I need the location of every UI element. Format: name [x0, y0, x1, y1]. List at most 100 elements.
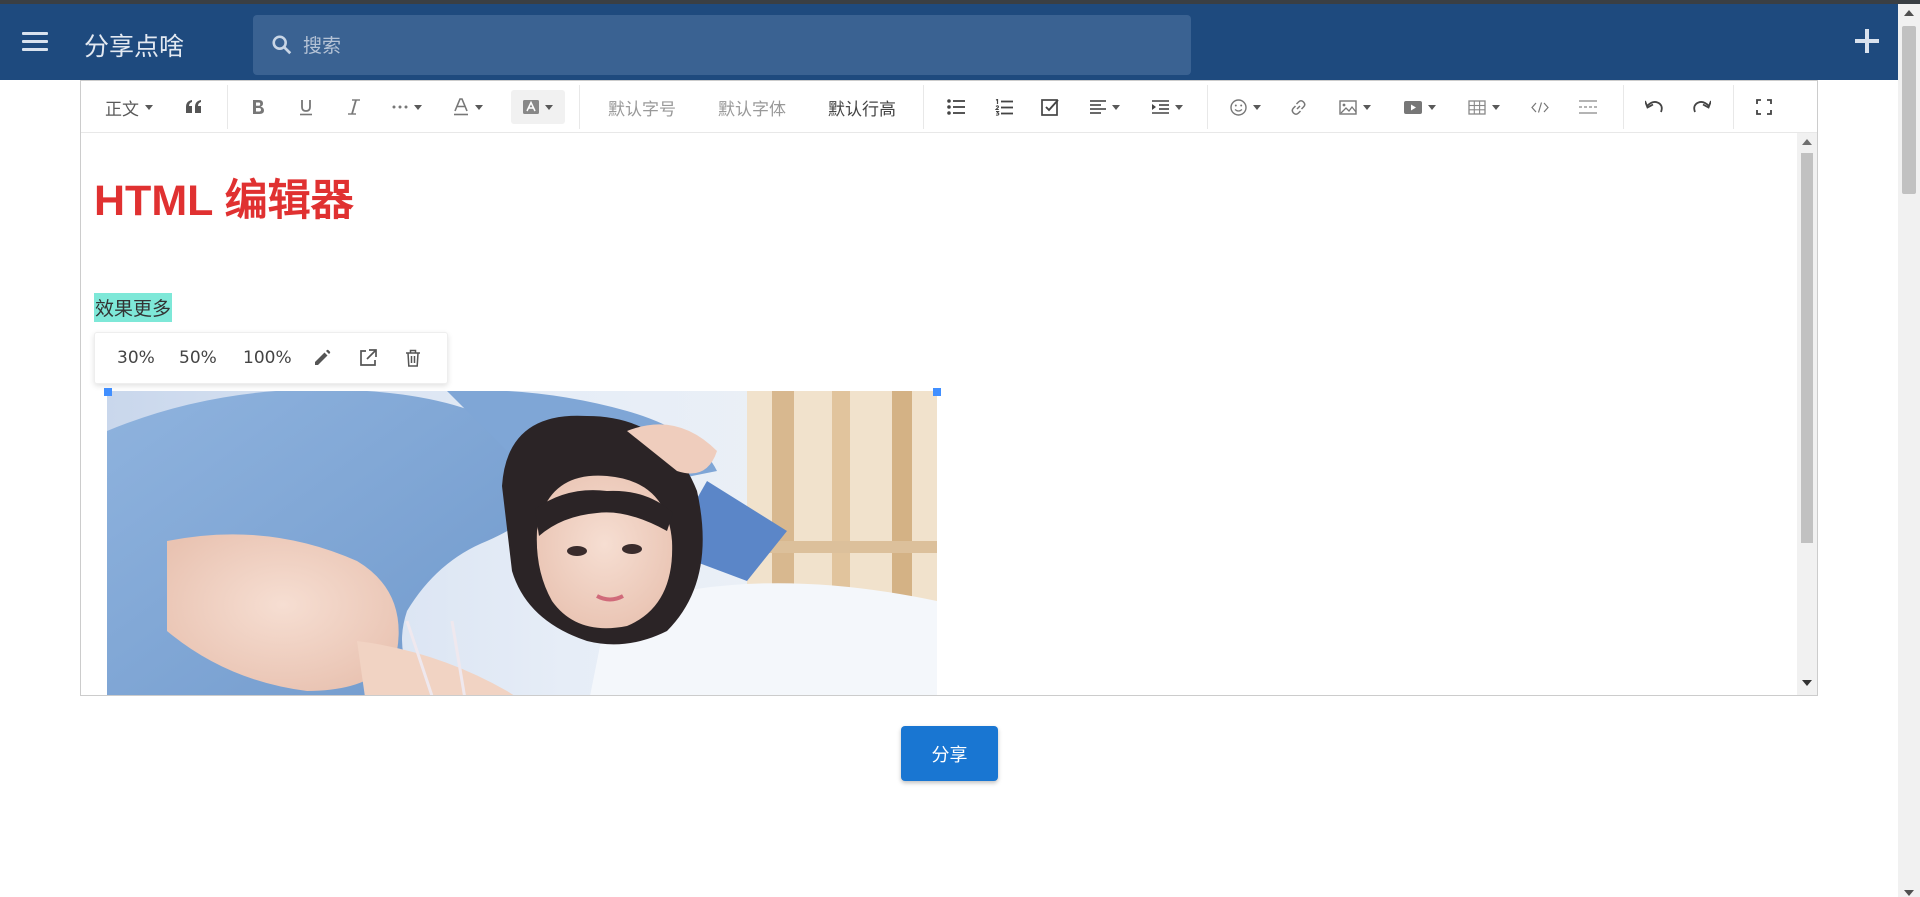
app-bar: 分享点啥 — [0, 4, 1898, 80]
chevron-down-icon — [1174, 104, 1183, 110]
chevron-down-icon — [1363, 104, 1371, 110]
code-block-icon — [1531, 101, 1549, 113]
editor-content[interactable]: HTML 编辑器 效果更多 30% 50% 100% — [81, 133, 1797, 695]
bulleted-list-button[interactable] — [939, 90, 973, 124]
undo-icon — [1645, 100, 1663, 113]
editor-scroll-thumb[interactable] — [1801, 153, 1813, 543]
chevron-down-icon — [1252, 104, 1261, 110]
plus-icon[interactable] — [1852, 26, 1882, 56]
font-size-label: 默认字号 — [608, 99, 676, 120]
emotion-icon — [1229, 98, 1247, 116]
scroll-down-arrow-icon[interactable] — [1802, 680, 1812, 686]
search-input[interactable] — [301, 15, 1165, 77]
scroll-down-arrow-icon[interactable] — [1904, 890, 1914, 896]
table-icon — [1468, 99, 1486, 115]
highlighted-text: 效果更多 — [94, 293, 173, 322]
image-edit-button[interactable] — [313, 333, 331, 383]
image-delete-button[interactable] — [405, 333, 421, 383]
font-size-select[interactable]: 默认字号 — [593, 90, 691, 124]
chevron-down-icon — [414, 104, 422, 110]
underline-icon — [300, 99, 312, 115]
emotion-button[interactable] — [1221, 90, 1269, 124]
search-icon — [272, 35, 292, 55]
underline-button[interactable] — [289, 90, 323, 124]
justify-icon — [1090, 100, 1106, 114]
content-photo[interactable] — [107, 391, 937, 695]
video-icon — [1404, 100, 1422, 114]
image-size-50-button[interactable]: 50% — [179, 333, 217, 383]
chevron-down-icon — [475, 104, 483, 110]
font-color-icon — [454, 98, 468, 116]
line-height-label: 默认行高 — [828, 99, 896, 120]
toolbar-divider — [1207, 85, 1208, 129]
toolbar-divider — [1623, 85, 1624, 129]
app-title: 分享点啥 — [84, 32, 185, 61]
image-open-link-button[interactable] — [359, 333, 377, 383]
bulleted-list-icon — [947, 99, 965, 115]
quote-button[interactable] — [177, 90, 211, 124]
editor-scrollbar[interactable] — [1797, 133, 1817, 695]
rich-text-editor: 正文 默认字号 默认字体 默认行高 HTML 编辑器 效果更多 30% 50% … — [80, 80, 1818, 696]
menu-icon[interactable] — [18, 29, 52, 57]
chevron-down-icon — [1112, 104, 1120, 110]
chevron-down-icon — [145, 104, 153, 110]
font-color-button[interactable] — [443, 90, 493, 124]
image-size-100-button[interactable]: 100% — [243, 333, 292, 383]
resize-handle-top-left[interactable] — [104, 388, 112, 396]
video-button[interactable] — [1393, 90, 1447, 124]
todo-icon — [1041, 99, 1059, 116]
divider-icon — [1579, 100, 1597, 114]
content-heading: HTML 编辑器 — [94, 177, 354, 225]
undo-button[interactable] — [1637, 90, 1671, 124]
resize-handle-top-right[interactable] — [933, 388, 941, 396]
page-scroll-thumb[interactable] — [1902, 26, 1916, 194]
share-button[interactable]: 分享 — [901, 726, 998, 781]
toolbar-divider — [1733, 85, 1734, 129]
more-icon — [392, 105, 408, 109]
toolbar-divider — [579, 85, 580, 129]
delete-icon — [406, 349, 420, 367]
chevron-down-icon — [1428, 104, 1436, 110]
fullscreen-button[interactable] — [1747, 90, 1781, 124]
link-button[interactable] — [1281, 90, 1315, 124]
background-color-button[interactable] — [511, 90, 565, 124]
image-icon — [1339, 99, 1357, 115]
fullscreen-icon — [1756, 99, 1772, 115]
toolbar-divider — [227, 85, 228, 129]
edit-icon — [315, 349, 331, 365]
image-hover-toolbar: 30% 50% 100% — [94, 332, 448, 384]
todo-button[interactable] — [1033, 90, 1067, 124]
more-style-button[interactable] — [383, 90, 431, 124]
chevron-down-icon — [1492, 104, 1500, 110]
indent-icon — [1151, 100, 1169, 114]
quote-icon — [186, 100, 201, 113]
line-height-select[interactable]: 默认行高 — [813, 90, 911, 124]
image-size-30-button[interactable]: 30% — [117, 333, 155, 383]
divider-button[interactable] — [1571, 90, 1605, 124]
chevron-down-icon — [545, 104, 553, 110]
paragraph-style-select[interactable]: 正文 — [99, 90, 159, 124]
redo-icon — [1693, 100, 1711, 113]
justify-button[interactable] — [1081, 90, 1129, 124]
page-scrollbar[interactable] — [1898, 4, 1920, 897]
bold-icon — [253, 100, 264, 114]
search-bar[interactable] — [253, 15, 1191, 77]
scroll-up-arrow-icon[interactable] — [1904, 10, 1914, 16]
scroll-up-arrow-icon[interactable] — [1802, 139, 1812, 145]
toolbar-divider — [923, 85, 924, 129]
numbered-list-icon — [995, 98, 1013, 116]
bold-button[interactable] — [241, 90, 275, 124]
table-button[interactable] — [1457, 90, 1511, 124]
numbered-list-button[interactable] — [987, 90, 1021, 124]
indent-button[interactable] — [1143, 90, 1191, 124]
editor-toolbar: 正文 默认字号 默认字体 默认行高 — [81, 81, 1817, 133]
italic-icon — [348, 99, 360, 115]
italic-button[interactable] — [337, 90, 371, 124]
redo-button[interactable] — [1685, 90, 1719, 124]
font-family-select[interactable]: 默认字体 — [703, 90, 801, 124]
open-link-icon — [360, 349, 377, 366]
image-button[interactable] — [1329, 90, 1381, 124]
code-block-button[interactable] — [1523, 90, 1557, 124]
paragraph-style-label: 正文 — [105, 99, 139, 120]
link-icon — [1291, 99, 1305, 115]
